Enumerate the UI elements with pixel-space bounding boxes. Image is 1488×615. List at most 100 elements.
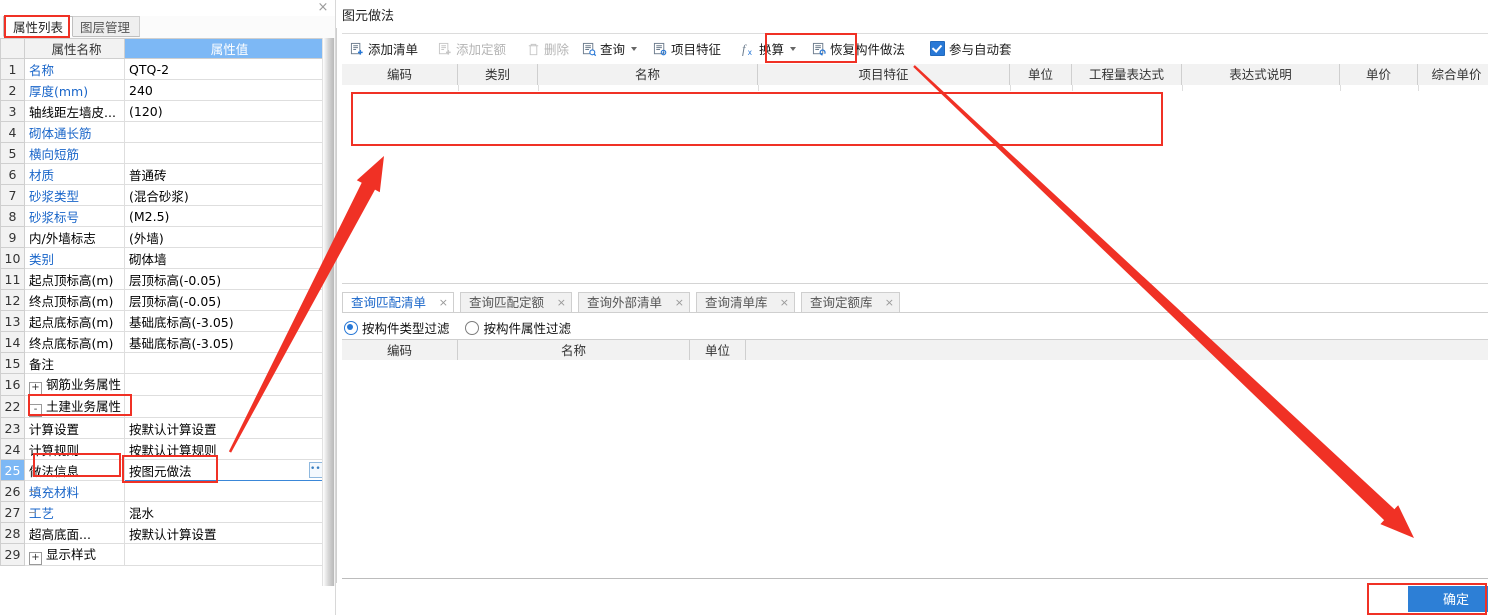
table-row[interactable]: 1 名称 QTQ-2 [0, 58, 331, 80]
property-name-cell[interactable]: 类别 [24, 247, 125, 269]
property-value-cell[interactable] [124, 352, 331, 374]
column-header[interactable]: 类别 [458, 64, 538, 85]
property-name-cell[interactable]: 终点顶标高(m) [24, 289, 125, 311]
property-name-cell[interactable]: 横向短筋 [24, 142, 125, 164]
table-row[interactable]: 23 计算设置 按默认计算设置 [0, 417, 331, 439]
toolbar-button-3[interactable]: 查询 [582, 39, 638, 60]
table-row[interactable]: 25 做法信息 按图元做法 ••• [0, 459, 331, 481]
table-row[interactable]: 14 终点底标高(m) 基础底标高(-3.05) [0, 331, 331, 353]
tab-layer-management[interactable]: 图层管理 [70, 16, 141, 37]
property-name-cell[interactable]: + 显示样式 [24, 543, 125, 566]
property-name-cell[interactable]: 厚度(mm) [24, 79, 125, 101]
property-name-cell[interactable]: 计算规则 [24, 438, 125, 460]
table-row[interactable]: 4 砌体通长筋 [0, 121, 331, 143]
checkbox-checked-icon[interactable] [930, 41, 945, 56]
property-name-cell[interactable]: 做法信息 [24, 459, 125, 481]
close-icon[interactable]: × [780, 293, 789, 313]
property-name-cell[interactable]: 终点底标高(m) [24, 331, 125, 353]
property-name-cell[interactable]: 备注 [24, 352, 125, 374]
query-tab-3[interactable]: 查询清单库 × [696, 292, 795, 313]
property-name-cell[interactable]: 工艺 [24, 501, 125, 523]
toolbar-button-5[interactable]: f x 换算 [741, 39, 797, 60]
close-icon[interactable]: × [316, 1, 330, 15]
table-row[interactable]: 27 工艺 混水 [0, 501, 331, 523]
property-name-cell[interactable]: 起点底标高(m) [24, 310, 125, 332]
property-name-cell[interactable]: 砂浆标号 [24, 205, 125, 227]
query-column-header[interactable]: 单位 [690, 340, 746, 361]
query-tab-2[interactable]: 查询外部清单 × [578, 292, 690, 313]
property-value-cell[interactable]: (混合砂浆) [124, 184, 331, 206]
property-value-cell[interactable]: 层顶标高(-0.05) [124, 289, 331, 311]
property-name-cell[interactable]: 计算设置 [24, 417, 125, 439]
column-header[interactable]: 单价 [1340, 64, 1418, 85]
property-name-cell[interactable]: - 土建业务属性 [24, 395, 125, 418]
property-value-cell[interactable]: 按默认计算规则 [124, 438, 331, 460]
table-row[interactable]: 13 起点底标高(m) 基础底标高(-3.05) [0, 310, 331, 332]
property-value-cell[interactable] [124, 543, 331, 566]
column-header[interactable]: 名称 [538, 64, 758, 85]
close-icon[interactable]: × [675, 293, 684, 313]
property-value-cell[interactable]: 按图元做法 ••• [124, 459, 331, 481]
property-value-cell[interactable]: (外墙) [124, 226, 331, 248]
property-value-cell[interactable] [124, 142, 331, 164]
property-value-cell[interactable]: 240 [124, 79, 331, 101]
toolbar-button-6[interactable]: 恢复构件做法 [812, 39, 905, 60]
property-value-cell[interactable]: QTQ-2 [124, 58, 331, 80]
table-row[interactable]: 10 类别 砌体墙 [0, 247, 331, 269]
table-row[interactable]: 22- 土建业务属性 [0, 395, 331, 418]
property-name-cell[interactable]: 起点顶标高(m) [24, 268, 125, 290]
column-header[interactable]: 编码 [342, 64, 458, 85]
table-row[interactable]: 2 厚度(mm) 240 [0, 79, 331, 101]
table-row[interactable]: 8 砂浆标号 (M2.5) [0, 205, 331, 227]
property-value-cell[interactable]: 按默认计算设置 [124, 417, 331, 439]
property-name-cell[interactable]: 砂浆类型 [24, 184, 125, 206]
property-panel-scrollbar-thumb[interactable] [323, 38, 334, 586]
table-row[interactable]: 7 砂浆类型 (混合砂浆) [0, 184, 331, 206]
property-value-cell[interactable]: 基础底标高(-3.05) [124, 310, 331, 332]
query-tab-4[interactable]: 查询定额库 × [801, 292, 900, 313]
query-tab-0[interactable]: 查询匹配清单 × [342, 292, 454, 313]
expand-icon[interactable]: + [29, 552, 42, 565]
query-column-header[interactable]: 名称 [458, 340, 690, 361]
ok-button[interactable]: 确定 [1408, 586, 1488, 612]
property-value-cell[interactable]: 混水 [124, 501, 331, 523]
tab-attribute-list[interactable]: 属性列表 [3, 16, 74, 37]
method-grid-body[interactable] [342, 85, 1488, 284]
property-name-cell[interactable]: + 钢筋业务属性 [24, 373, 125, 396]
expand-icon[interactable]: + [29, 382, 42, 395]
collapse-icon[interactable]: - [29, 404, 42, 417]
property-value-cell[interactable]: (M2.5) [124, 205, 331, 227]
property-name-cell[interactable]: 内/外墙标志 [24, 226, 125, 248]
table-row[interactable]: 11 起点顶标高(m) 层顶标高(-0.05) [0, 268, 331, 290]
column-header[interactable]: 表达式说明 [1182, 64, 1340, 85]
close-icon[interactable]: × [885, 293, 894, 313]
column-header[interactable]: 单位 [1010, 64, 1072, 85]
close-icon[interactable]: × [557, 293, 566, 313]
chevron-down-icon[interactable] [631, 47, 638, 51]
table-row[interactable]: 3 轴线距左墙皮... (120) [0, 100, 331, 122]
toolbar-button-4[interactable]: 项目特征 [653, 39, 721, 60]
property-value-cell[interactable] [124, 121, 331, 143]
property-value-cell[interactable]: 层顶标高(-0.05) [124, 268, 331, 290]
property-value-cell[interactable] [124, 373, 331, 396]
property-name-cell[interactable]: 超高底面... [24, 522, 125, 544]
query-tab-1[interactable]: 查询匹配定额 × [460, 292, 572, 313]
table-row[interactable]: 16 + 钢筋业务属性 [0, 373, 331, 396]
column-header[interactable]: 综合单价 [1418, 64, 1488, 85]
table-row[interactable]: 29 + 显示样式 [0, 543, 331, 566]
table-row[interactable]: 15 备注 [0, 352, 331, 374]
property-name-cell[interactable]: 砌体通长筋 [24, 121, 125, 143]
column-header[interactable]: 项目特征 [758, 64, 1010, 85]
property-value-cell[interactable]: 按默认计算设置 [124, 522, 331, 544]
table-row[interactable]: 6 材质 普通砖 [0, 163, 331, 185]
query-column-header[interactable]: 编码 [342, 340, 458, 361]
property-value-cell[interactable] [124, 480, 331, 502]
property-name-cell[interactable]: 填充材料 [24, 480, 125, 502]
table-row[interactable]: 12 终点顶标高(m) 层顶标高(-0.05) [0, 289, 331, 311]
toolbar-button-0[interactable]: 添加清单 [350, 39, 418, 60]
radio-filter-by-attribute[interactable]: 按构件属性过滤 [465, 321, 571, 336]
chevron-down-icon[interactable] [790, 47, 797, 51]
property-name-cell[interactable]: 名称 [24, 58, 125, 80]
column-header[interactable]: 工程量表达式 [1072, 64, 1182, 85]
property-name-cell[interactable]: 材质 [24, 163, 125, 185]
